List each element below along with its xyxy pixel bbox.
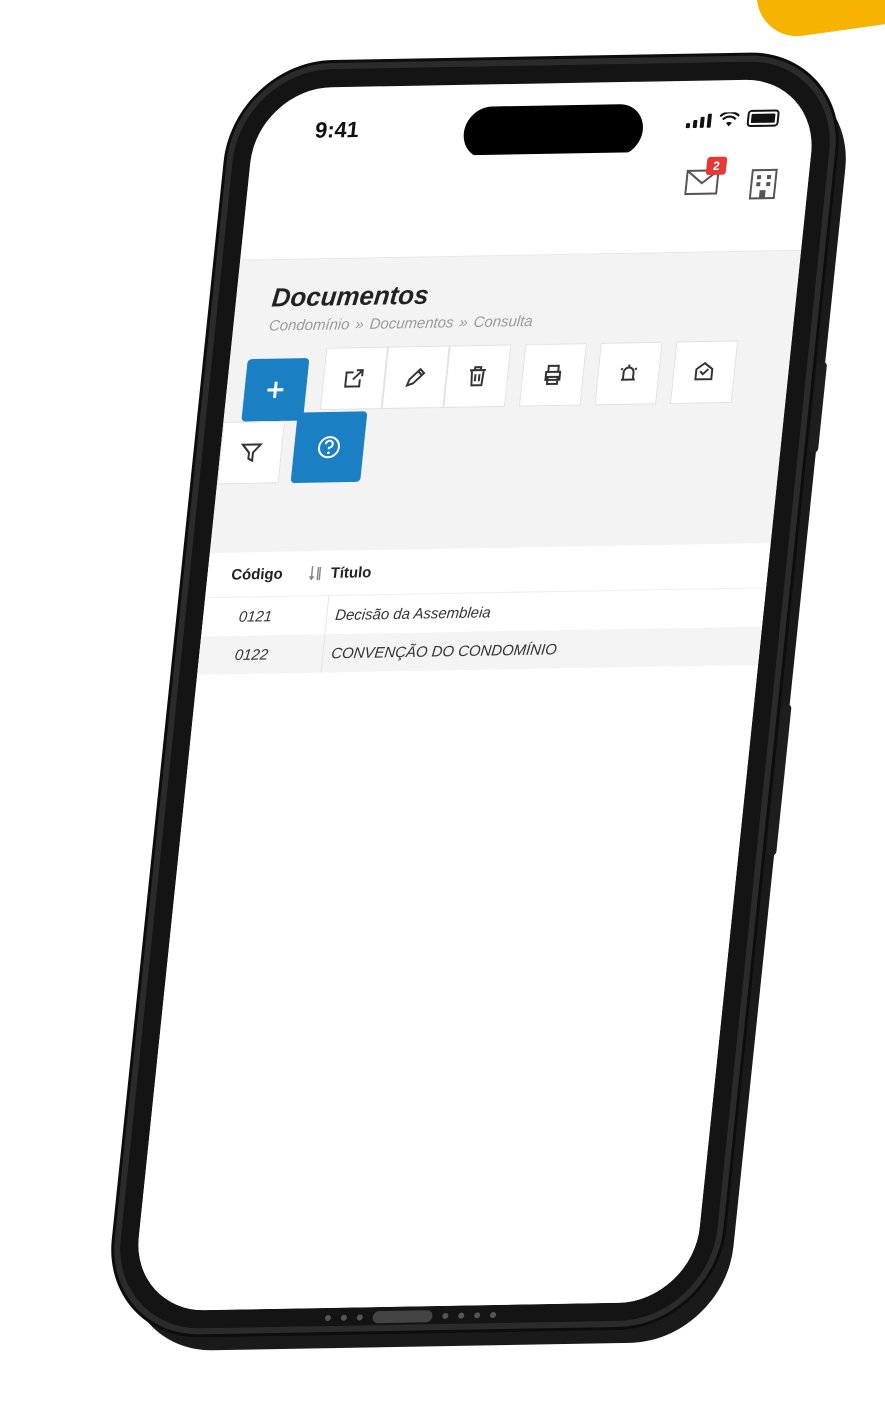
side-button-lower xyxy=(766,704,792,856)
send-button[interactable] xyxy=(669,340,739,404)
open-button[interactable] xyxy=(319,346,389,411)
alarm-icon xyxy=(620,364,638,381)
filter-button[interactable] xyxy=(216,420,286,485)
cell-title: CONVENÇÃO DO CONDOMÍNIO xyxy=(320,630,559,673)
signal-icon xyxy=(685,113,713,129)
mail-badge: 2 xyxy=(705,156,728,176)
page-body: Documentos Condomínio» Documentos» Consult… xyxy=(131,250,802,1312)
wifi-icon xyxy=(719,112,740,127)
alarm-button[interactable] xyxy=(594,341,663,406)
toolbar xyxy=(216,339,791,485)
status-icons xyxy=(685,109,780,129)
trash-icon xyxy=(469,366,486,387)
phone-mockup: 9:41 2 Documentos Condomínio » Documento… xyxy=(111,60,839,1330)
phone-screen: 9:41 2 Documentos Condomínio » Documento… xyxy=(131,78,819,1312)
breadcrumb-separator: » xyxy=(354,315,365,334)
breadcrumb-item-documentos[interactable]: Documentos xyxy=(369,314,455,333)
external-link-icon xyxy=(344,369,364,388)
plus-icon xyxy=(267,381,284,398)
help-icon xyxy=(317,436,340,459)
app-header: 2 xyxy=(240,149,812,261)
dynamic-island xyxy=(461,103,646,160)
filter-icon xyxy=(240,443,264,463)
breadcrumb-separator: » xyxy=(458,314,469,332)
battery-icon xyxy=(746,109,780,128)
sort-icon[interactable] xyxy=(308,565,332,582)
cell-code: 0121 xyxy=(238,607,273,626)
side-button-upper xyxy=(807,361,828,453)
status-bar: 9:41 xyxy=(251,79,819,160)
cell-title: Decisão da Assembleia xyxy=(324,593,493,635)
building-icon[interactable] xyxy=(747,168,780,201)
breadcrumb: Condomínio» Documentos» Consulta xyxy=(268,309,759,335)
speaker-grille xyxy=(250,1304,570,1330)
status-time: 9:41 xyxy=(313,116,361,143)
column-header-codigo[interactable]: Código xyxy=(230,565,309,583)
cell-code: 0122 xyxy=(234,645,270,664)
printer-icon xyxy=(544,364,562,386)
corner-accent-shape xyxy=(748,0,885,42)
breadcrumb-item-consulta: Consulta xyxy=(472,312,534,332)
mail-check-icon xyxy=(694,361,714,381)
delete-button[interactable] xyxy=(443,344,512,408)
pencil-icon xyxy=(405,367,426,388)
breadcrumb-item-condominio[interactable]: Condomínio xyxy=(268,316,350,335)
mail-button[interactable]: 2 xyxy=(684,156,728,196)
print-button[interactable] xyxy=(518,343,587,407)
document-table: Código Título 0121 Decisão da Assembleia… xyxy=(131,542,771,1312)
column-header-titulo[interactable]: Título xyxy=(330,564,372,582)
page-title: Documentos xyxy=(270,279,431,313)
help-button[interactable] xyxy=(290,411,368,484)
edit-button[interactable] xyxy=(381,345,450,410)
phone-frame: 9:41 2 Documentos Condomínio » Documento… xyxy=(111,60,839,1330)
